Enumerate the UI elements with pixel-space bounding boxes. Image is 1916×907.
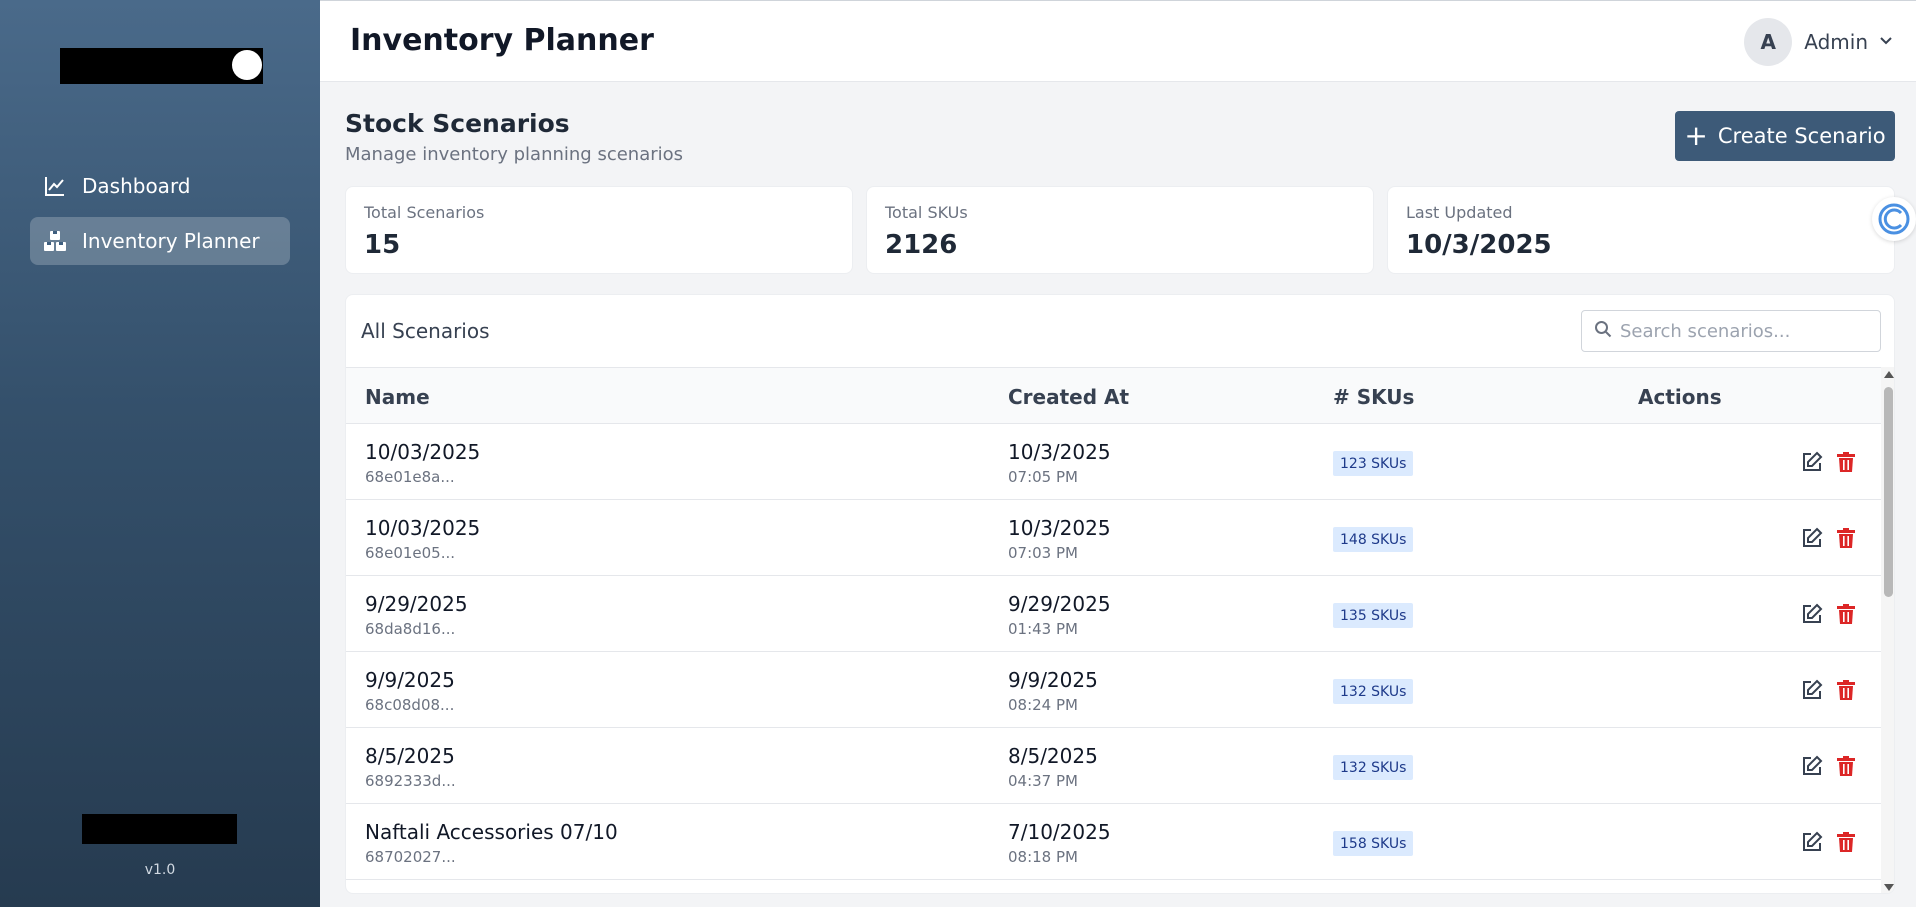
search-box (1581, 310, 1881, 352)
scenario-name: 9/29/2025 (365, 592, 468, 616)
scroll-up-arrow-icon[interactable] (1884, 371, 1894, 378)
scenario-id: 6892333d... (365, 772, 456, 790)
user-name: Admin (1804, 30, 1868, 54)
trash-icon[interactable] (1835, 679, 1857, 701)
avatar: A (1744, 18, 1793, 66)
edit-icon[interactable] (1801, 527, 1823, 549)
sidebar-item-label: Dashboard (82, 174, 191, 198)
scenario-name: 10/03/2025 (365, 516, 481, 540)
sidebar-item-dashboard[interactable]: Dashboard (30, 162, 290, 210)
table-row[interactable]: 9/9/2025 68c08d08... 9/9/2025 08:24 PM 1… (346, 652, 1881, 728)
floating-assistant-icon[interactable] (1872, 197, 1916, 241)
chevron-down-icon (1878, 32, 1894, 52)
scenario-id: 68702027... (365, 848, 456, 866)
trash-icon[interactable] (1835, 755, 1857, 777)
created-time: 01:43 PM (1008, 620, 1078, 638)
created-time: 08:24 PM (1008, 696, 1078, 714)
scenario-id: 68e01e05... (365, 544, 456, 562)
scenario-name: 9/9/2025 (365, 668, 455, 692)
boxes-icon (44, 230, 66, 252)
table-scrollbar[interactable] (1881, 367, 1894, 893)
created-time: 07:05 PM (1008, 468, 1078, 486)
sku-count-badge: 123 SKUs (1333, 451, 1414, 476)
edit-icon[interactable] (1801, 451, 1823, 473)
edit-icon[interactable] (1801, 755, 1823, 777)
trash-icon[interactable] (1835, 451, 1857, 473)
column-header-skus[interactable]: # SKUs (1333, 385, 1414, 409)
scenario-name: Naftali Accessories 07/10 (365, 820, 618, 844)
created-date: 7/10/2025 (1008, 820, 1111, 844)
trash-icon[interactable] (1835, 603, 1857, 625)
scroll-down-arrow-icon[interactable] (1884, 884, 1894, 891)
scrollbar-thumb[interactable] (1884, 387, 1893, 597)
edit-icon[interactable] (1801, 679, 1823, 701)
created-time: 08:18 PM (1008, 848, 1078, 866)
top-header: Inventory Planner A Admin (320, 0, 1916, 82)
created-date: 8/5/2025 (1008, 744, 1098, 768)
panel-title: All Scenarios (361, 319, 490, 343)
chart-line-icon (44, 175, 66, 197)
edit-icon[interactable] (1801, 603, 1823, 625)
scenario-name: 8/5/2025 (365, 744, 455, 768)
page-title: Inventory Planner (350, 23, 654, 58)
scenario-id: 68da8d16... (365, 620, 456, 638)
table-row[interactable]: 9/29/2025 68da8d16... 9/29/2025 01:43 PM… (346, 576, 1881, 652)
stat-label: Total SKUs (885, 203, 968, 222)
stat-value: 15 (364, 230, 401, 260)
created-date: 10/3/2025 (1008, 516, 1111, 540)
column-header-name[interactable]: Name (365, 385, 430, 409)
stat-value: 2126 (885, 230, 958, 260)
create-scenario-button[interactable]: + Create Scenario (1675, 111, 1895, 161)
table-body: 10/03/2025 68e01e8a... 10/3/2025 07:05 P… (346, 424, 1881, 880)
created-date: 9/29/2025 (1008, 592, 1111, 616)
sku-count-badge: 132 SKUs (1333, 755, 1414, 780)
create-scenario-label: Create Scenario (1717, 124, 1886, 148)
table-header: Name Created At # SKUs Actions (346, 367, 1881, 424)
user-menu[interactable]: A Admin (1744, 18, 1894, 66)
created-time: 04:37 PM (1008, 772, 1078, 790)
section-subtitle: Manage inventory planning scenarios (345, 144, 684, 165)
sku-count-badge: 148 SKUs (1333, 527, 1414, 552)
sku-count-badge: 158 SKUs (1333, 831, 1414, 856)
logo-mark (232, 50, 262, 80)
sidebar: Dashboard Inventory Planner v1.0 (0, 0, 320, 907)
table-row[interactable]: 10/03/2025 68e01e8a... 10/3/2025 07:05 P… (346, 424, 1881, 500)
scenarios-panel: All Scenarios Name Created At # SKUs Act… (345, 294, 1895, 894)
stat-value: 10/3/2025 (1406, 230, 1552, 260)
search-input[interactable] (1620, 320, 1860, 342)
table-row[interactable]: Naftali Accessories 07/10 68702027... 7/… (346, 804, 1881, 880)
search-icon (1594, 320, 1612, 342)
stat-card-last-updated: Last Updated 10/3/2025 (1387, 186, 1895, 274)
version-label: v1.0 (144, 862, 176, 878)
footer-redacted (82, 814, 237, 844)
column-header-actions: Actions (1638, 385, 1722, 409)
sku-count-badge: 132 SKUs (1333, 679, 1414, 704)
main-content: Stock Scenarios Manage inventory plannin… (320, 82, 1916, 907)
sku-count-badge: 135 SKUs (1333, 603, 1414, 628)
trash-icon[interactable] (1835, 527, 1857, 549)
section-title: Stock Scenarios (345, 109, 570, 138)
table-row[interactable]: 8/5/2025 6892333d... 8/5/2025 04:37 PM 1… (346, 728, 1881, 804)
created-date: 9/9/2025 (1008, 668, 1098, 692)
sidebar-item-label: Inventory Planner (82, 229, 260, 253)
sidebar-nav: Dashboard Inventory Planner (30, 162, 290, 272)
scenario-name: 10/03/2025 (365, 440, 481, 464)
scenario-id: 68c08d08... (365, 696, 455, 714)
sidebar-item-inventory-planner[interactable]: Inventory Planner (30, 217, 290, 265)
trash-icon[interactable] (1835, 831, 1857, 853)
created-time: 07:03 PM (1008, 544, 1078, 562)
plus-icon: + (1684, 119, 1708, 152)
stat-card-total-scenarios: Total Scenarios 15 (345, 186, 853, 274)
table-row[interactable]: 10/03/2025 68e01e05... 10/3/2025 07:03 P… (346, 500, 1881, 576)
scenario-id: 68e01e8a... (365, 468, 455, 486)
stat-label: Total Scenarios (364, 203, 485, 222)
column-header-created-at[interactable]: Created At (1008, 385, 1129, 409)
created-date: 10/3/2025 (1008, 440, 1111, 464)
stat-label: Last Updated (1406, 203, 1513, 222)
stat-card-total-skus: Total SKUs 2126 (866, 186, 1374, 274)
edit-icon[interactable] (1801, 831, 1823, 853)
